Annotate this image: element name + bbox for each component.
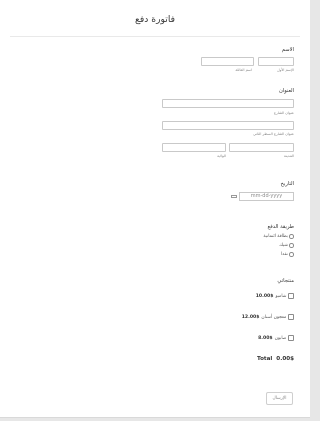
product-price: 10.00$	[255, 293, 274, 299]
product-item-shampoo[interactable]: شامبو 10.00$	[256, 292, 294, 300]
form-title: فاتورة دفع	[134, 14, 176, 25]
total-label: Total	[257, 356, 273, 362]
date-input[interactable]: mm-dd-yyyy	[239, 192, 294, 201]
street-address-input[interactable]	[162, 99, 294, 108]
product-item-toothpaste[interactable]: معجون أسنان 12.00$	[242, 313, 294, 321]
last-name-input[interactable]	[201, 57, 254, 66]
payment-option-credit-card[interactable]: بطاقة ائتمانية	[263, 233, 294, 240]
payment-option-label: شيك	[279, 243, 288, 248]
address-label: العنوان	[278, 88, 294, 94]
state-input[interactable]	[162, 143, 226, 152]
product-price: 12.00$	[241, 314, 260, 320]
total-value: 0.00$	[276, 356, 294, 362]
checkbox-icon[interactable]	[288, 293, 294, 299]
payment-option-label: نقدا	[280, 252, 288, 257]
first-name-sublabel: الإسم الأول	[277, 68, 294, 72]
product-item-soap[interactable]: صابون 8.00$	[258, 334, 294, 342]
checkbox-icon[interactable]	[288, 335, 294, 341]
title-divider	[10, 36, 300, 37]
city-sublabel: المدينة	[283, 154, 294, 158]
submit-button[interactable]: الإرسال	[266, 392, 293, 405]
first-name-input[interactable]	[258, 57, 294, 66]
total-row: Total 0.00$	[257, 356, 294, 362]
state-sublabel: الولاية	[217, 154, 226, 158]
payment-method-label: طريقة الدفع	[267, 224, 294, 230]
payment-option-cash[interactable]: نقدا	[281, 251, 294, 258]
product-name: معجون أسنان	[261, 314, 287, 320]
radio-icon[interactable]	[289, 234, 294, 239]
calendar-icon[interactable]	[231, 195, 237, 198]
form-card: فاتورة دفع الاسم الإسم الأول اسم العائلة…	[0, 0, 310, 418]
radio-icon[interactable]	[289, 252, 294, 257]
city-input[interactable]	[229, 143, 294, 152]
product-name: صابون	[274, 335, 287, 341]
street-address-sublabel: عنوان الشارع	[273, 111, 294, 115]
date-label: التاريخ	[280, 181, 294, 187]
name-label: الاسم	[281, 47, 294, 53]
product-name: شامبو	[275, 293, 287, 299]
last-name-sublabel: اسم العائلة	[235, 68, 252, 72]
radio-icon[interactable]	[289, 243, 294, 248]
payment-option-label: بطاقة ائتمانية	[263, 234, 288, 239]
products-label: منتجاتي	[277, 278, 294, 284]
checkbox-icon[interactable]	[288, 314, 294, 320]
street-address-line2-input[interactable]	[162, 121, 294, 130]
street-address-line2-sublabel: عنوان الشارع السطر الثاني	[253, 132, 294, 136]
payment-option-check[interactable]: شيك	[279, 242, 294, 249]
product-price: 8.00$	[258, 335, 273, 341]
